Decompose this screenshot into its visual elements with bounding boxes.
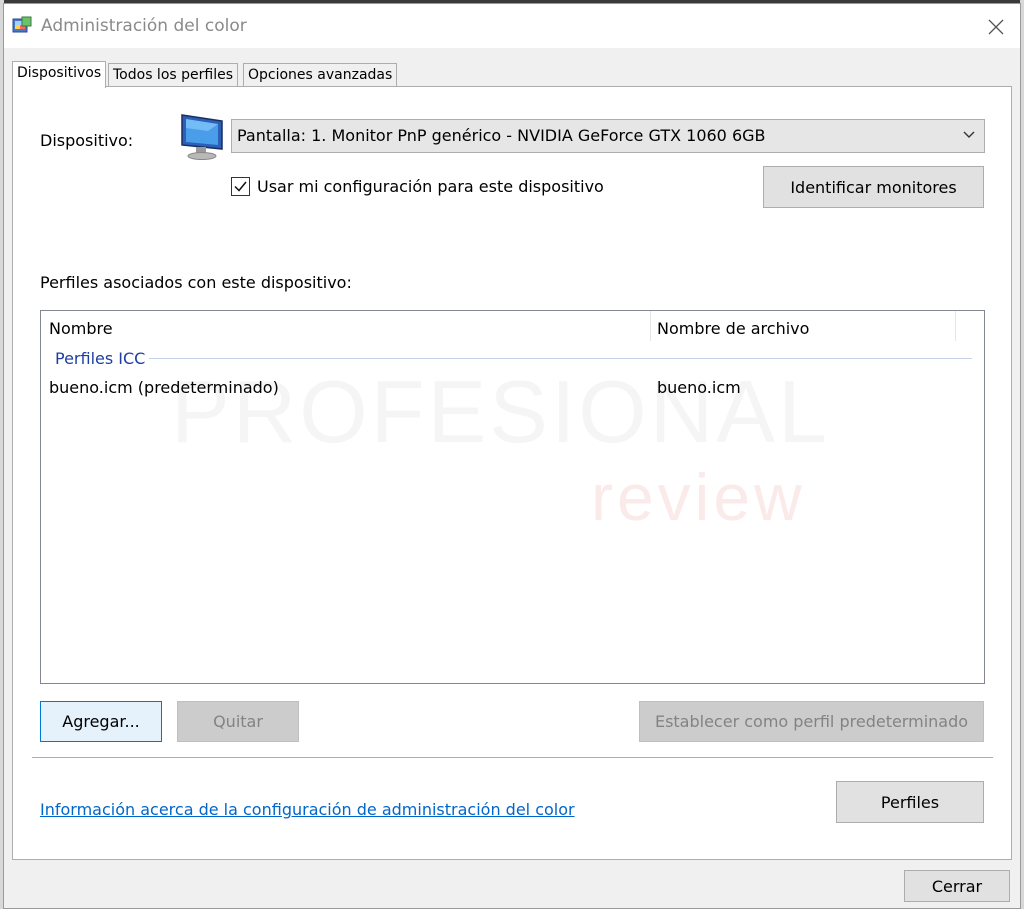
remove-profile-button[interactable]: Quitar bbox=[177, 701, 299, 742]
watermark-bottom: review bbox=[591, 460, 806, 534]
set-default-profile-button[interactable]: Establecer como perfil predeterminado bbox=[639, 701, 984, 742]
profiles-list[interactable]: PROFESIONAL review Nombre Nombre de arch… bbox=[40, 310, 985, 684]
group-divider bbox=[149, 358, 972, 359]
watermark: PROFESIONAL review bbox=[171, 361, 830, 534]
close-window-button[interactable] bbox=[976, 10, 1016, 44]
use-my-settings-row: Usar mi configuración para este disposit… bbox=[231, 176, 604, 196]
device-dropdown-value: Pantalla: 1. Monitor PnP genérico - NVID… bbox=[237, 126, 766, 145]
column-separator[interactable] bbox=[650, 311, 651, 341]
tab-opciones-avanzadas[interactable]: Opciones avanzadas bbox=[243, 63, 398, 87]
add-profile-button[interactable]: Agregar... bbox=[40, 701, 162, 742]
checkmark-icon bbox=[234, 181, 247, 192]
device-dropdown[interactable]: Pantalla: 1. Monitor PnP genérico - NVID… bbox=[231, 119, 985, 153]
title-bar[interactable]: Administración del color bbox=[4, 4, 1020, 48]
close-icon bbox=[988, 19, 1004, 35]
color-management-info-link[interactable]: Información acerca de la configuración d… bbox=[40, 800, 575, 819]
section-divider bbox=[32, 757, 993, 758]
use-my-settings-label: Usar mi configuración para este disposit… bbox=[257, 176, 604, 196]
chevron-down-icon bbox=[963, 131, 975, 138]
profile-name-cell: bueno.icm (predeterminado) bbox=[49, 378, 279, 397]
device-label: Dispositivo: bbox=[40, 131, 134, 150]
identify-monitors-button[interactable]: Identificar monitores bbox=[763, 166, 984, 208]
column-header-name[interactable]: Nombre bbox=[49, 319, 113, 338]
associated-profiles-label: Perfiles asociados con este dispositivo: bbox=[40, 273, 352, 292]
tab-dispositivos[interactable]: Dispositivos bbox=[12, 61, 107, 88]
watermark-top: PROFESIONAL bbox=[171, 362, 830, 461]
profile-file-cell: bueno.icm bbox=[657, 378, 741, 397]
devices-tab-panel: Dispositivo: Pantalla: 1. Monitor PnP ge… bbox=[12, 86, 1012, 860]
color-management-window: Administración del color Dispositivos To… bbox=[3, 3, 1021, 909]
use-my-settings-checkbox[interactable] bbox=[231, 176, 250, 196]
close-button[interactable]: Cerrar bbox=[904, 870, 1010, 902]
window-title: Administración del color bbox=[41, 16, 247, 36]
column-separator[interactable] bbox=[955, 311, 956, 341]
column-header-filename[interactable]: Nombre de archivo bbox=[657, 319, 809, 338]
profiles-button[interactable]: Perfiles bbox=[836, 781, 984, 823]
monitor-icon bbox=[181, 114, 223, 160]
color-management-app-icon bbox=[12, 16, 32, 33]
tab-todos-los-perfiles[interactable]: Todos los perfiles bbox=[108, 63, 239, 87]
group-header-icc: Perfiles ICC bbox=[55, 349, 146, 368]
